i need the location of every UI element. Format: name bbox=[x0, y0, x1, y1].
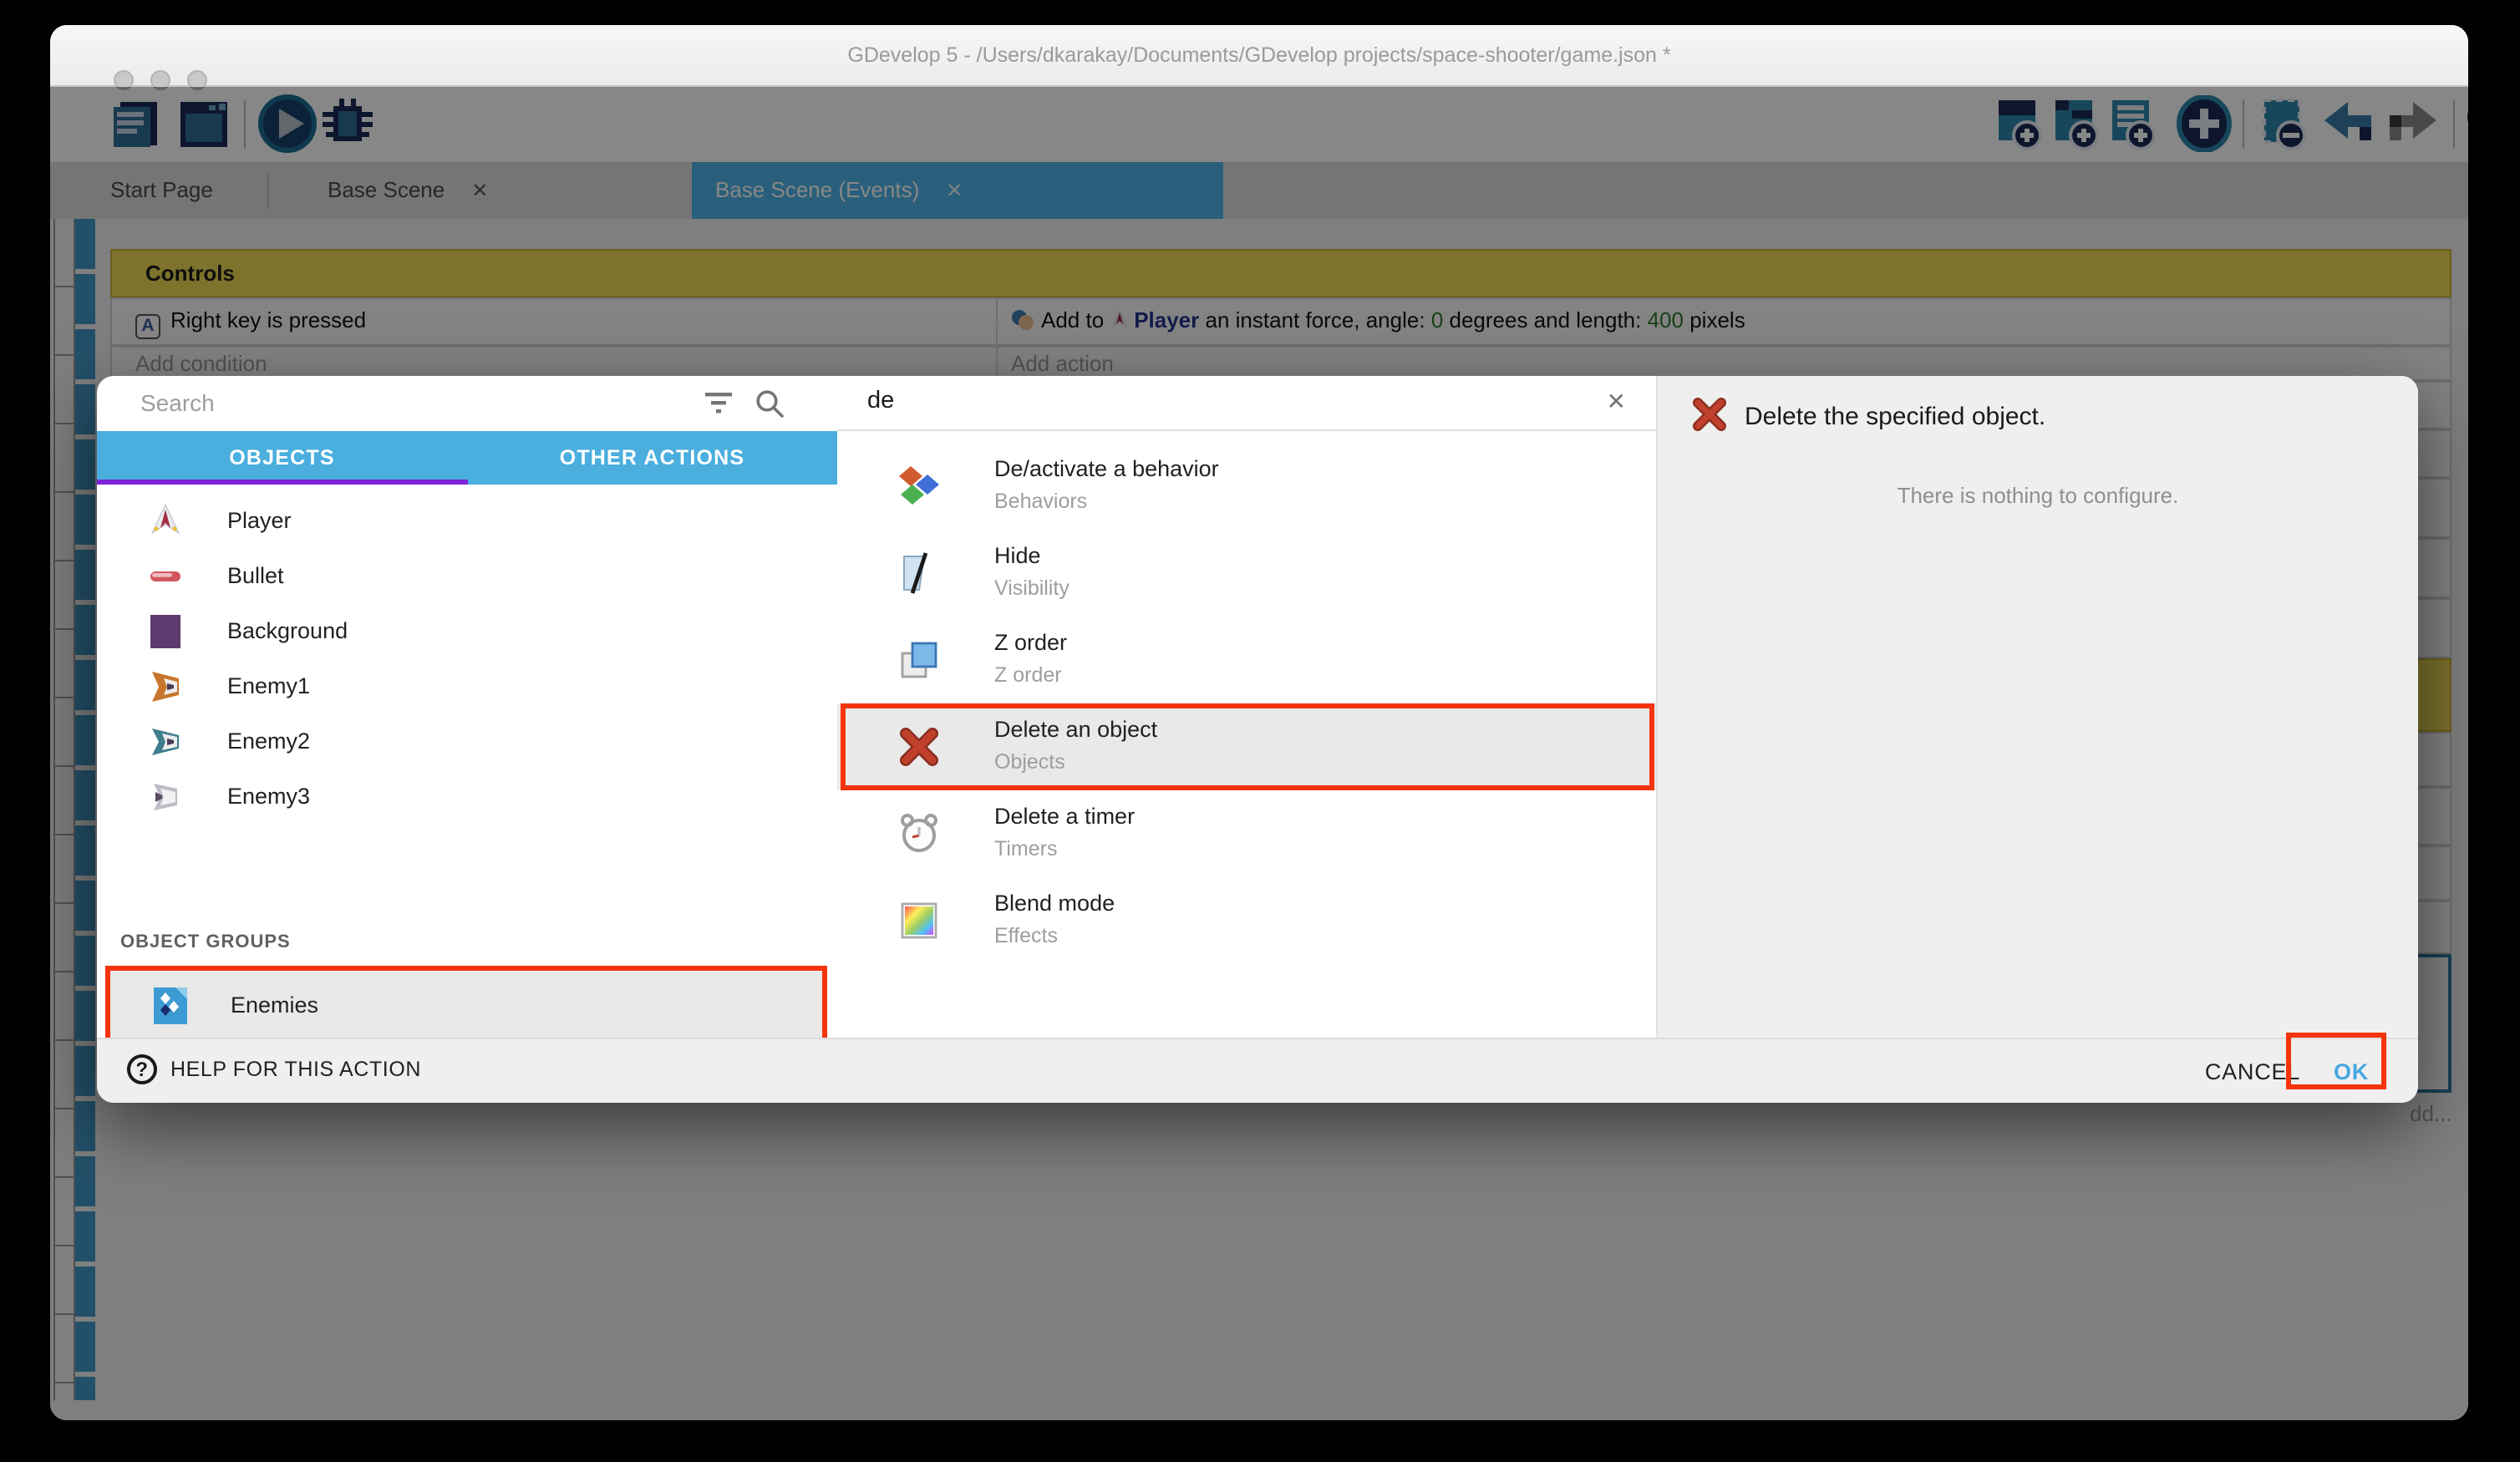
hide-action-icon bbox=[897, 551, 941, 595]
list-item-background[interactable]: Background bbox=[97, 605, 837, 660]
object-list: Player Bullet Background Enemy1 Enemy2 bbox=[97, 485, 837, 1038]
action-title: Z order bbox=[994, 630, 1067, 655]
action-subtitle: Z order bbox=[994, 663, 1062, 687]
group-label: Enemies bbox=[231, 992, 318, 1018]
search-icon[interactable] bbox=[755, 389, 784, 418]
help-for-this-action-button[interactable]: ? HELP FOR THIS ACTION bbox=[127, 1054, 421, 1084]
object-panel-tabs: OBJECTS OTHER ACTIONS bbox=[97, 431, 837, 485]
ok-button-annotation bbox=[2286, 1033, 2386, 1089]
enemy1-object-icon bbox=[147, 668, 184, 705]
tab-label: OTHER ACTIONS bbox=[560, 446, 745, 470]
object-groups-header: OBJECT GROUPS bbox=[120, 932, 291, 952]
object-label: Enemy1 bbox=[227, 673, 310, 698]
list-item-enemies-group[interactable]: Enemies bbox=[105, 966, 827, 1043]
action-title: Blend mode bbox=[994, 891, 1115, 916]
title-bar: GDevelop 5 - /Users/dkarakay/Documents/G… bbox=[50, 25, 2468, 87]
selected-action-annotation bbox=[841, 703, 1654, 790]
tab-other-actions[interactable]: OTHER ACTIONS bbox=[467, 431, 837, 485]
action-list-panel: de ✕ De/activate a behavior Behaviors Hi… bbox=[837, 376, 1658, 1038]
list-item-enemy2[interactable]: Enemy2 bbox=[97, 715, 837, 770]
tab-objects[interactable]: OBJECTS bbox=[97, 431, 467, 485]
object-label: Bullet bbox=[227, 563, 284, 588]
blend-mode-action-icon bbox=[897, 899, 941, 942]
action-subtitle: Behaviors bbox=[994, 490, 1087, 513]
action-item-blend-mode[interactable]: Blend mode Effects bbox=[837, 877, 1656, 964]
help-icon: ? bbox=[127, 1054, 157, 1084]
action-subtitle: Effects bbox=[994, 924, 1058, 947]
list-item-bullet[interactable]: Bullet bbox=[97, 550, 837, 605]
object-selector-panel: Search OBJECTS OTHER ACTI bbox=[97, 376, 837, 1038]
object-label: Player bbox=[227, 508, 292, 533]
window-title: GDevelop 5 - /Users/dkarakay/Documents/G… bbox=[50, 25, 2468, 87]
object-label: Enemy2 bbox=[227, 728, 310, 754]
object-label: Enemy3 bbox=[227, 784, 310, 809]
action-title: Hide bbox=[994, 543, 1041, 568]
dialog-footer: ? HELP FOR THIS ACTION CANCEL OK bbox=[97, 1038, 2418, 1103]
screen: GDevelop 5 - /Users/dkarakay/Documents/G… bbox=[0, 0, 2520, 1462]
action-subtitle: Timers bbox=[994, 837, 1057, 860]
tab-label: OBJECTS bbox=[229, 446, 335, 470]
action-item-hide[interactable]: Hide Visibility bbox=[837, 530, 1656, 617]
action-editor-dialog: Search OBJECTS OTHER ACTI bbox=[97, 376, 2418, 1103]
action-detail-panel: Delete the specified object. There is no… bbox=[1658, 376, 2418, 1038]
action-item-deactivate-behavior[interactable]: De/activate a behavior Behaviors bbox=[837, 443, 1656, 530]
help-label: HELP FOR THIS ACTION bbox=[170, 1058, 421, 1081]
filter-icon[interactable] bbox=[705, 391, 734, 414]
player-object-icon bbox=[147, 503, 184, 540]
list-item-player[interactable]: Player bbox=[97, 495, 837, 550]
clear-search-icon[interactable]: ✕ bbox=[1607, 388, 1626, 416]
object-search-bar[interactable]: Search bbox=[97, 376, 837, 431]
delete-timer-action-icon bbox=[897, 812, 941, 855]
list-item-enemy1[interactable]: Enemy1 bbox=[97, 660, 837, 715]
action-search-value: de bbox=[867, 388, 894, 414]
action-search-field[interactable]: de ✕ bbox=[837, 376, 1656, 431]
behavior-action-icon bbox=[897, 464, 941, 508]
action-detail-title: Delete the specified object. bbox=[1745, 403, 2045, 431]
list-item-enemy3[interactable]: Enemy3 bbox=[97, 770, 837, 825]
bullet-object-icon bbox=[147, 558, 184, 595]
z-order-action-icon bbox=[897, 638, 941, 682]
enemy3-object-icon bbox=[147, 779, 184, 815]
action-item-delete-timer[interactable]: Delete a timer Timers bbox=[837, 790, 1656, 877]
action-item-z-order[interactable]: Z order Z order bbox=[837, 617, 1656, 703]
object-label: Background bbox=[227, 618, 348, 643]
enemy2-object-icon bbox=[147, 723, 184, 760]
background-object-icon bbox=[147, 613, 184, 650]
enemies-group-icon bbox=[150, 986, 191, 1026]
action-detail-body: There is nothing to configure. bbox=[1658, 483, 2418, 508]
delete-object-icon bbox=[1691, 396, 1728, 433]
action-title: De/activate a behavior bbox=[994, 456, 1219, 481]
object-search-placeholder: Search bbox=[140, 389, 215, 416]
action-title: Delete a timer bbox=[994, 804, 1135, 829]
action-subtitle: Visibility bbox=[994, 576, 1069, 600]
